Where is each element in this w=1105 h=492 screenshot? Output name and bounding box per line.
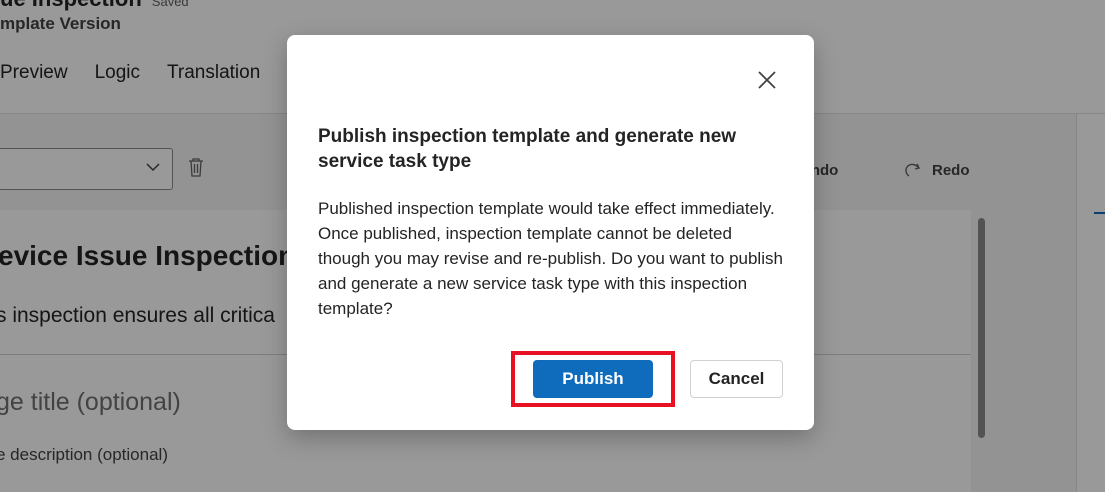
cancel-button[interactable]: Cancel (690, 360, 783, 398)
publish-dialog: Publish inspection template and generate… (287, 35, 814, 430)
close-icon[interactable] (754, 67, 780, 93)
publish-button[interactable]: Publish (533, 360, 653, 398)
dialog-body: Published inspection template would take… (318, 199, 783, 318)
dialog-title: Publish inspection template and generate… (318, 126, 737, 172)
